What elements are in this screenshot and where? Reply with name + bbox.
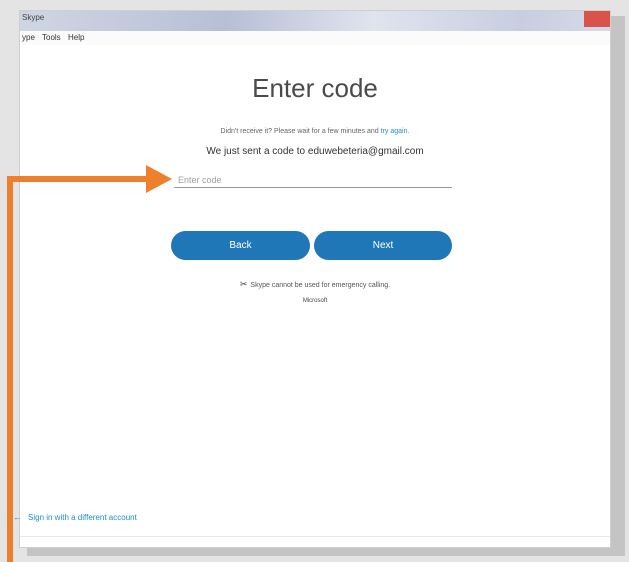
resend-hint-text: Didn't receive it? Please wait for a few… xyxy=(220,128,381,135)
microsoft-brand: Microsoft xyxy=(302,298,328,304)
emergency-notice-text: Skype cannot be used for emergency calli… xyxy=(250,282,391,289)
emergency-notice: ✂ Skype cannot be used for emergency call… xyxy=(20,279,610,290)
try-again-link[interactable]: try again. xyxy=(381,128,410,135)
next-button[interactable]: Next xyxy=(314,231,452,260)
code-sent-message: We just sent a code to eduwebeteria@gmai… xyxy=(206,146,424,157)
menu-bar: ype Tools Help xyxy=(20,31,610,45)
page-title: Enter code xyxy=(252,73,378,103)
annotation-arrow-horizontal xyxy=(7,176,147,182)
code-input[interactable] xyxy=(174,172,452,188)
annotation-arrow-head xyxy=(146,165,172,193)
title-bar: Skype xyxy=(20,11,610,31)
back-button[interactable]: Back xyxy=(171,231,310,260)
menu-item-contacts[interactable]: ype xyxy=(22,33,35,42)
signin-link-label: Sign in with a different account xyxy=(28,513,137,522)
menu-item-help[interactable]: Help xyxy=(68,33,84,42)
resend-hint: Didn't receive it? Please wait for a few… xyxy=(20,128,610,135)
window-title: Skype xyxy=(22,13,45,22)
back-arrow-icon: ← xyxy=(13,512,22,522)
skype-window: Skype ype Tools Help Enter code Didn't r… xyxy=(19,10,611,548)
menu-item-tools[interactable]: Tools xyxy=(42,33,61,42)
signin-different-account-link[interactable]: ← Sign in with a different account xyxy=(13,512,137,522)
footer-divider xyxy=(20,536,610,537)
annotation-arrow-vertical xyxy=(7,176,13,562)
no-phone-icon: ✂ xyxy=(239,279,248,289)
close-button[interactable] xyxy=(584,11,610,27)
